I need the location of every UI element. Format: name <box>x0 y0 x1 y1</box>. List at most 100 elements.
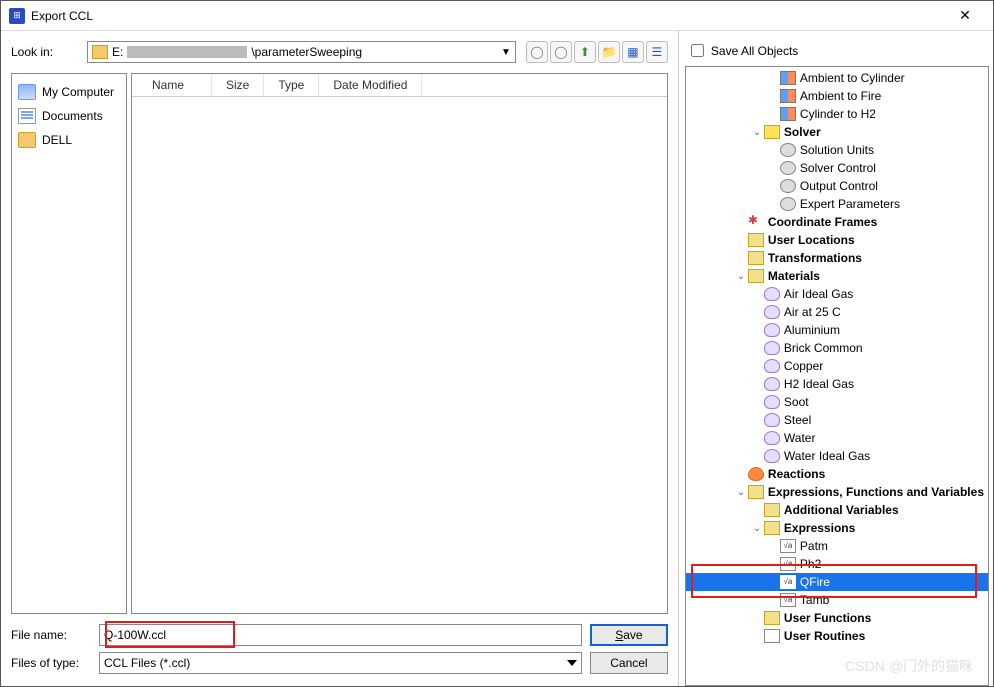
column-header[interactable]: Size <box>212 74 264 96</box>
tree-node[interactable]: Ph2 <box>686 555 988 573</box>
tree-node[interactable]: Ambient to Fire <box>686 87 988 105</box>
tree-node[interactable]: Brick Common <box>686 339 988 357</box>
filename-input[interactable] <box>99 624 582 646</box>
tree-node[interactable]: Solver Control <box>686 159 988 177</box>
filetype-label: Files of type: <box>11 656 91 670</box>
tree-node[interactable]: Steel <box>686 411 988 429</box>
tree-node[interactable]: User Functions <box>686 609 988 627</box>
pc-icon <box>18 84 36 100</box>
tree-label: Output Control <box>800 179 878 193</box>
box-icon <box>748 485 764 499</box>
tree-node[interactable]: Coordinate Frames <box>686 213 988 231</box>
chevron-down-icon: ▼ <box>501 47 511 58</box>
tree-node[interactable]: Ambient to Cylinder <box>686 69 988 87</box>
view-list-button[interactable]: ☰ <box>646 41 668 63</box>
nav-up-button[interactable]: ⬆ <box>574 41 596 63</box>
tree-node[interactable]: QFire <box>686 573 988 591</box>
close-button[interactable]: ✕ <box>945 1 985 31</box>
new-folder-button[interactable]: 📁 <box>598 41 620 63</box>
file-list[interactable]: NameSizeTypeDate Modified <box>131 73 668 614</box>
places-label: Documents <box>42 109 103 123</box>
folder-icon <box>92 45 108 59</box>
tree-node[interactable]: Reactions <box>686 465 988 483</box>
lookin-suffix: \parameterSweeping <box>251 45 362 59</box>
nav-forward-button[interactable]: ◯ <box>550 41 572 63</box>
tree-label: Ph2 <box>800 557 821 571</box>
sub-icon <box>764 629 780 643</box>
column-header[interactable]: Name <box>132 74 212 96</box>
object-tree[interactable]: Ambient to Cylinder Ambient to Fire Cylind… <box>685 66 989 686</box>
gear-icon <box>780 179 796 193</box>
filetype-combobox[interactable]: CCL Files (*.ccl) <box>99 652 582 674</box>
tree-node[interactable]: Transformations <box>686 249 988 267</box>
coord-icon <box>748 215 764 229</box>
filename-label: File name: <box>11 628 91 642</box>
tree-expander[interactable]: ⌄ <box>734 487 748 498</box>
tree-node[interactable]: ⌄Expressions <box>686 519 988 537</box>
tree-label: Steel <box>784 413 811 427</box>
tree-label: Expert Parameters <box>800 197 900 211</box>
tree-label: Expressions, Functions and Variables <box>768 485 984 499</box>
tree-node[interactable]: Soot <box>686 393 988 411</box>
places-label: DELL <box>42 133 72 147</box>
view-icons-button[interactable]: ▦ <box>622 41 644 63</box>
tree-node[interactable]: User Routines <box>686 627 988 645</box>
tree-node[interactable]: ⌄ Expressions, Functions and Variables <box>686 483 988 501</box>
tree-node[interactable]: Cylinder to H2 <box>686 105 988 123</box>
tree-expander[interactable]: ⌄ <box>734 271 748 282</box>
tree-label: Materials <box>768 269 820 283</box>
tree-label: Soot <box>784 395 809 409</box>
nav-back-button[interactable]: ◯ <box>526 41 548 63</box>
tree-node[interactable]: ⌄Solver <box>686 123 988 141</box>
tree-node[interactable]: Solution Units <box>686 141 988 159</box>
fx-icon <box>780 575 796 589</box>
tree-node[interactable]: H2 Ideal Gas <box>686 375 988 393</box>
box-icon <box>764 611 780 625</box>
tree-label: Water Ideal Gas <box>784 449 870 463</box>
tree-node[interactable]: Additional Variables <box>686 501 988 519</box>
tree-node[interactable]: ⌄ Materials <box>686 267 988 285</box>
tree-node[interactable]: Output Control <box>686 177 988 195</box>
tree-expander[interactable]: ⌄ <box>750 127 764 138</box>
file-dialog-pane: Look in: E: \parameterSweeping ▼ ◯ ◯ ⬆ 📁… <box>1 31 678 686</box>
flask-icon <box>764 305 780 319</box>
tree-node[interactable]: Air at 25 C <box>686 303 988 321</box>
places-panel: My Computer Documents DELL <box>11 73 127 614</box>
flask-icon <box>764 449 780 463</box>
tree-node[interactable]: Water Ideal Gas <box>686 447 988 465</box>
box-icon <box>748 233 764 247</box>
save-button[interactable]: Save <box>590 624 668 646</box>
save-all-checkbox[interactable] <box>691 44 704 57</box>
tree-label: Solution Units <box>800 143 874 157</box>
tree-label: Air at 25 C <box>784 305 841 319</box>
cancel-button[interactable]: Cancel <box>590 652 668 674</box>
places-label: My Computer <box>42 85 114 99</box>
tree-label: Reactions <box>768 467 825 481</box>
tree-node[interactable]: User Locations <box>686 231 988 249</box>
lookin-combobox[interactable]: E: \parameterSweeping ▼ <box>87 41 516 63</box>
tree-label: Coordinate Frames <box>768 215 877 229</box>
tree-node[interactable]: Tamb <box>686 591 988 609</box>
file-list-body[interactable] <box>132 97 667 613</box>
tree-node[interactable]: Copper <box>686 357 988 375</box>
places-item[interactable]: Documents <box>16 104 122 128</box>
gear-icon <box>780 197 796 211</box>
places-item[interactable]: DELL <box>16 128 122 152</box>
column-header[interactable]: Date Modified <box>319 74 422 96</box>
tree-label: H2 Ideal Gas <box>784 377 854 391</box>
tree-node[interactable]: Air Ideal Gas <box>686 285 988 303</box>
places-item[interactable]: My Computer <box>16 80 122 104</box>
tree-node[interactable]: Patm <box>686 537 988 555</box>
tree-node[interactable]: Aluminium <box>686 321 988 339</box>
column-header[interactable]: Type <box>264 74 319 96</box>
tree-expander[interactable]: ⌄ <box>750 523 764 534</box>
tree-label: Solver Control <box>800 161 876 175</box>
tree-label: Additional Variables <box>784 503 899 517</box>
tree-node[interactable]: Expert Parameters <box>686 195 988 213</box>
tree-label: Air Ideal Gas <box>784 287 853 301</box>
tree-label: Ambient to Fire <box>800 89 881 103</box>
sol-icon <box>764 125 780 139</box>
tree-node[interactable]: Water <box>686 429 988 447</box>
object-tree-pane: Save All Objects Ambient to CylinderAmbi… <box>678 31 993 686</box>
save-all-label: Save All Objects <box>711 44 798 58</box>
